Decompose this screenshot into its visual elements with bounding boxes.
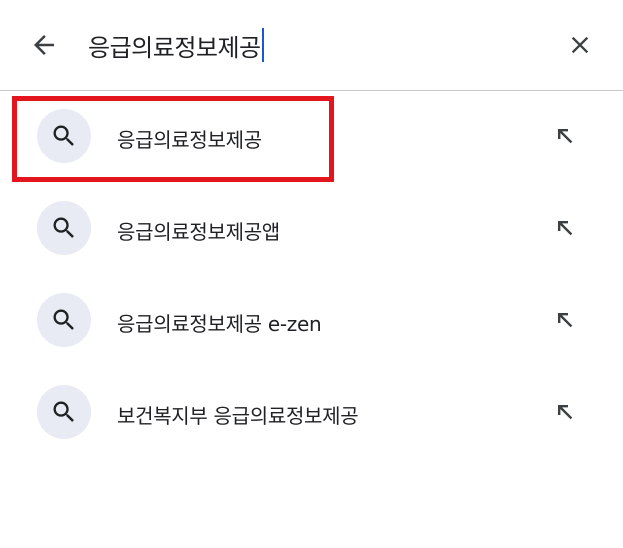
arrow-up-left-icon <box>558 313 573 328</box>
suggestion-item[interactable]: 응급의료정보제공 e-zen <box>0 275 623 367</box>
search-icon-badge <box>37 109 91 163</box>
arrow-up-left-icon <box>558 221 573 236</box>
search-input[interactable]: 응급의료정보제공 <box>88 24 528 66</box>
search-query-text: 응급의료정보제공 <box>88 33 261 62</box>
text-caret <box>261 28 264 62</box>
suggestion-item[interactable]: 보건복지부 응급의료정보제공 <box>0 367 623 459</box>
fill-query-button[interactable] <box>548 119 582 153</box>
fill-query-button[interactable] <box>548 303 582 337</box>
suggestion-label: 응급의료정보제공 <box>117 128 262 152</box>
search-icon-badge <box>37 385 91 439</box>
back-button[interactable] <box>24 25 64 65</box>
suggestion-item[interactable]: 응급의료정보제공앱 <box>0 183 623 275</box>
close-icon <box>571 36 589 54</box>
arrow-left-icon <box>34 35 54 55</box>
search-icon <box>53 401 74 422</box>
search-bar: 응급의료정보제공 <box>0 0 623 91</box>
fill-query-button[interactable] <box>548 211 582 245</box>
search-icon <box>53 217 74 238</box>
search-icon-badge <box>37 293 91 347</box>
search-icon-badge <box>37 201 91 255</box>
suggestion-item[interactable]: 응급의료정보제공 <box>0 91 623 183</box>
suggestion-label: 응급의료정보제공 e-zen <box>117 312 322 336</box>
arrow-up-left-icon <box>558 405 573 420</box>
suggestion-label: 응급의료정보제공앱 <box>117 220 280 244</box>
search-icon <box>53 125 74 146</box>
clear-button[interactable] <box>560 25 600 65</box>
arrow-up-left-icon <box>558 129 573 144</box>
suggestion-label: 보건복지부 응급의료정보제공 <box>117 404 359 428</box>
fill-query-button[interactable] <box>548 395 582 429</box>
search-icon <box>53 309 74 330</box>
